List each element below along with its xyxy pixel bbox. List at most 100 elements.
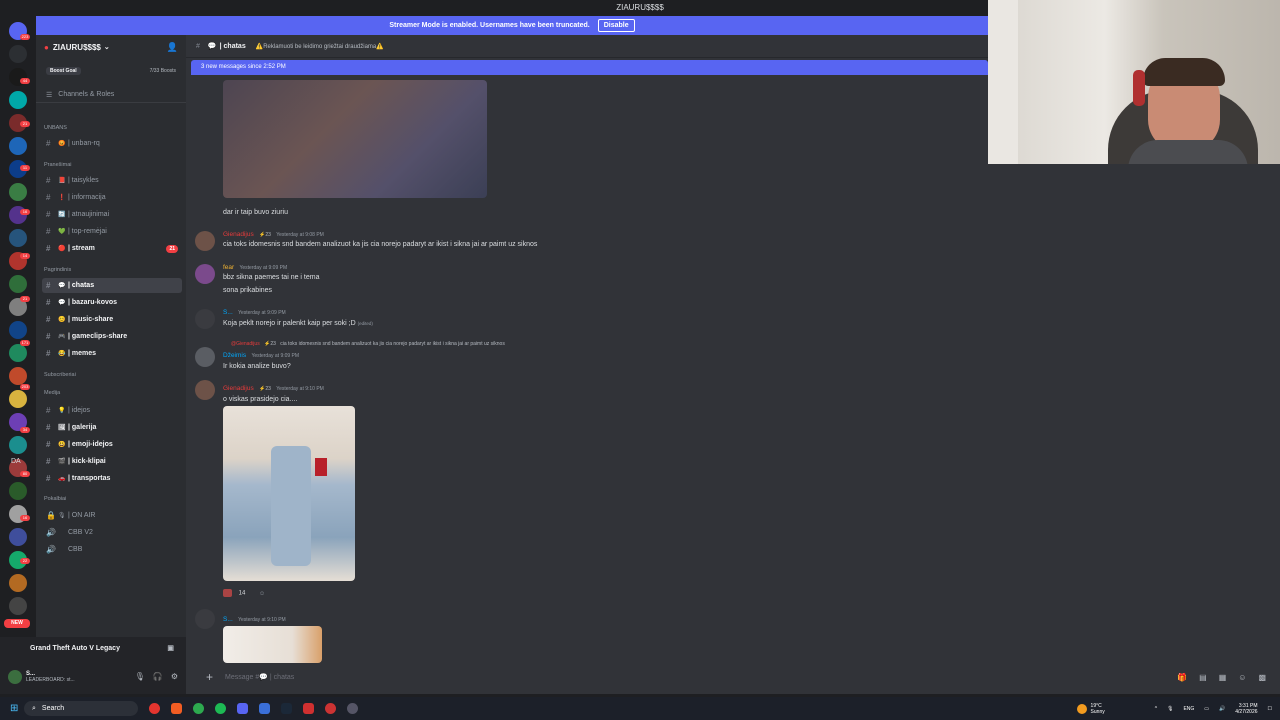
- channel-item[interactable]: # 😂 | memes: [42, 346, 182, 361]
- author-name[interactable]: Gienadijus: [223, 231, 254, 238]
- avatar[interactable]: [195, 609, 215, 629]
- channel-topic[interactable]: ⚠️Reklamuoti be leidimo griežtai draudži…: [256, 43, 384, 50]
- server-initials[interactable]: DA: [11, 458, 21, 465]
- channel-item[interactable]: # 🎬 | kick-klipai: [42, 454, 182, 469]
- new-messages-bar[interactable]: 3 new messages since 2:52 PM: [191, 60, 988, 75]
- server-icon[interactable]: [9, 597, 27, 615]
- notifications-icon[interactable]: ☐: [1268, 706, 1272, 712]
- server-icon[interactable]: [9, 482, 27, 500]
- opera-icon[interactable]: [149, 703, 160, 714]
- avatar[interactable]: [195, 347, 215, 367]
- avatar[interactable]: [195, 309, 215, 329]
- sticker-icon[interactable]: ▦: [1219, 673, 1227, 682]
- channel-item[interactable]: 🔒 🎙 | ON AIR: [42, 508, 182, 523]
- server-icon[interactable]: [9, 344, 27, 362]
- server-icon[interactable]: [9, 183, 27, 201]
- channel-item[interactable]: # ❗ | informacija: [42, 190, 182, 205]
- channel-item[interactable]: # 😡 | unban-rq: [42, 136, 182, 151]
- channel-item[interactable]: # 🔴 | stream 21: [42, 241, 182, 256]
- channel-item[interactable]: # 📕 | taisykles: [42, 173, 182, 188]
- channel-item[interactable]: # 😊 | music-share: [42, 312, 182, 327]
- taskbar-search[interactable]: ⌕ Search: [24, 701, 138, 716]
- disable-button[interactable]: Disable: [597, 19, 635, 32]
- windows-start-icon[interactable]: ⊞: [10, 703, 18, 714]
- attachment-image[interactable]: [223, 80, 487, 198]
- clock[interactable]: 3:31 PM 4/27/2026: [1235, 703, 1257, 715]
- attachment-image[interactable]: [223, 406, 355, 581]
- chevron-up-icon[interactable]: ^: [1155, 706, 1157, 712]
- add-user-icon[interactable]: 👤: [167, 42, 178, 53]
- reply-preview[interactable]: @Gienadijus ⚡23 cia toks idomesnis snd b…: [231, 341, 505, 347]
- server-icon[interactable]: [9, 574, 27, 592]
- volume-icon[interactable]: 🔊: [1219, 706, 1225, 712]
- chrome-icon[interactable]: [193, 703, 204, 714]
- avatar[interactable]: [8, 669, 22, 684]
- popout-icon[interactable]: ▣: [167, 644, 174, 652]
- emoji-icon[interactable]: ☺: [1238, 673, 1246, 682]
- server-icon[interactable]: [9, 137, 27, 155]
- spotify-icon[interactable]: [215, 703, 226, 714]
- channel-item[interactable]: # 💬 | bazaru-kovos: [42, 295, 182, 310]
- new-badge[interactable]: NEW: [4, 619, 30, 628]
- channel-item[interactable]: # 🔄 | atnaujinimai: [42, 207, 182, 222]
- guild-header[interactable]: ● ZIAURU$$$$ ⌄ 👤: [36, 35, 186, 59]
- channel-item[interactable]: 🔊 CBB: [42, 542, 182, 557]
- channel-item[interactable]: # 🎮 | gameclips-share: [42, 329, 182, 344]
- channel-item[interactable]: # 🚗 | transportas: [42, 471, 182, 486]
- author-name[interactable]: fear: [223, 264, 234, 271]
- headphones-icon[interactable]: 🎧: [153, 672, 163, 681]
- author-name[interactable]: Gienadijus: [223, 385, 254, 392]
- add-reaction-icon[interactable]: ☺: [259, 591, 265, 597]
- channel-item[interactable]: # 💡 | idejos: [42, 403, 182, 418]
- discord-icon[interactable]: [237, 703, 248, 714]
- server-icon[interactable]: [9, 367, 27, 385]
- avatar[interactable]: [195, 231, 215, 251]
- channels-roles[interactable]: ☰ Channels & Roles: [36, 87, 186, 103]
- server-icon[interactable]: [9, 229, 27, 247]
- avatar[interactable]: [195, 264, 215, 284]
- gift-icon[interactable]: 🎁: [1177, 673, 1187, 682]
- server-icon[interactable]: [9, 528, 27, 546]
- server-icon[interactable]: [9, 91, 27, 109]
- channel-item[interactable]: 🔊 CBB V2: [42, 525, 182, 540]
- message-composer[interactable]: + Message #💬 | chatas 🎁 ▤ ▦ ☺ ▩: [196, 666, 1280, 688]
- gif-icon[interactable]: ▤: [1199, 673, 1207, 682]
- server-icon[interactable]: [9, 45, 27, 63]
- brave-icon[interactable]: [171, 703, 182, 714]
- channel-category[interactable]: Pranešimai: [44, 162, 72, 168]
- channel-item[interactable]: # 😃 | emoji-idejos: [42, 437, 182, 452]
- channel-category[interactable]: Subscriberiai: [44, 372, 76, 378]
- server-icon[interactable]: [9, 275, 27, 293]
- attachment-image[interactable]: [223, 626, 322, 663]
- apps-icon[interactable]: ▩: [1258, 673, 1266, 682]
- channel-category[interactable]: Medija: [44, 390, 60, 396]
- mic-icon[interactable]: 🎙: [135, 672, 145, 681]
- voice-activity[interactable]: Grand Theft Auto V Legacy ▣: [0, 637, 186, 659]
- mic-icon[interactable]: 🎙: [1167, 706, 1173, 712]
- app-icon[interactable]: [303, 703, 314, 714]
- server-icon[interactable]: [9, 390, 27, 408]
- composer-input[interactable]: Message #💬 | chatas: [225, 673, 294, 681]
- server-icon[interactable]: [9, 436, 27, 454]
- author-name[interactable]: S...: [223, 309, 233, 316]
- app-icon[interactable]: [259, 703, 270, 714]
- avatar[interactable]: [195, 380, 215, 400]
- steam-icon[interactable]: [281, 703, 292, 714]
- channel-item[interactable]: # 💚 | top-remėjai: [42, 224, 182, 239]
- channel-category[interactable]: Pokalbiai: [44, 496, 66, 502]
- channel-item[interactable]: # 💬 | chatas: [42, 278, 182, 293]
- server-icon[interactable]: [9, 321, 27, 339]
- channel-category[interactable]: UNBANS: [44, 125, 67, 131]
- network-icon[interactable]: ▭: [1204, 706, 1209, 712]
- weather[interactable]: 19°C Sunny: [1091, 703, 1105, 715]
- app-icon[interactable]: [325, 703, 336, 714]
- author-name[interactable]: Džeimis: [223, 352, 246, 359]
- author-name[interactable]: S...: [223, 616, 233, 623]
- channel-category[interactable]: Pagrindinis: [44, 267, 71, 273]
- lang-indicator[interactable]: ENG: [1183, 706, 1194, 712]
- gear-icon[interactable]: ⚙: [171, 672, 178, 681]
- boost-goal[interactable]: Boost Goal 7/33 Boosts: [42, 65, 180, 77]
- plus-icon[interactable]: +: [206, 670, 213, 684]
- channel-item[interactable]: # 🖼 | galerija: [42, 420, 182, 435]
- settings-icon[interactable]: [347, 703, 358, 714]
